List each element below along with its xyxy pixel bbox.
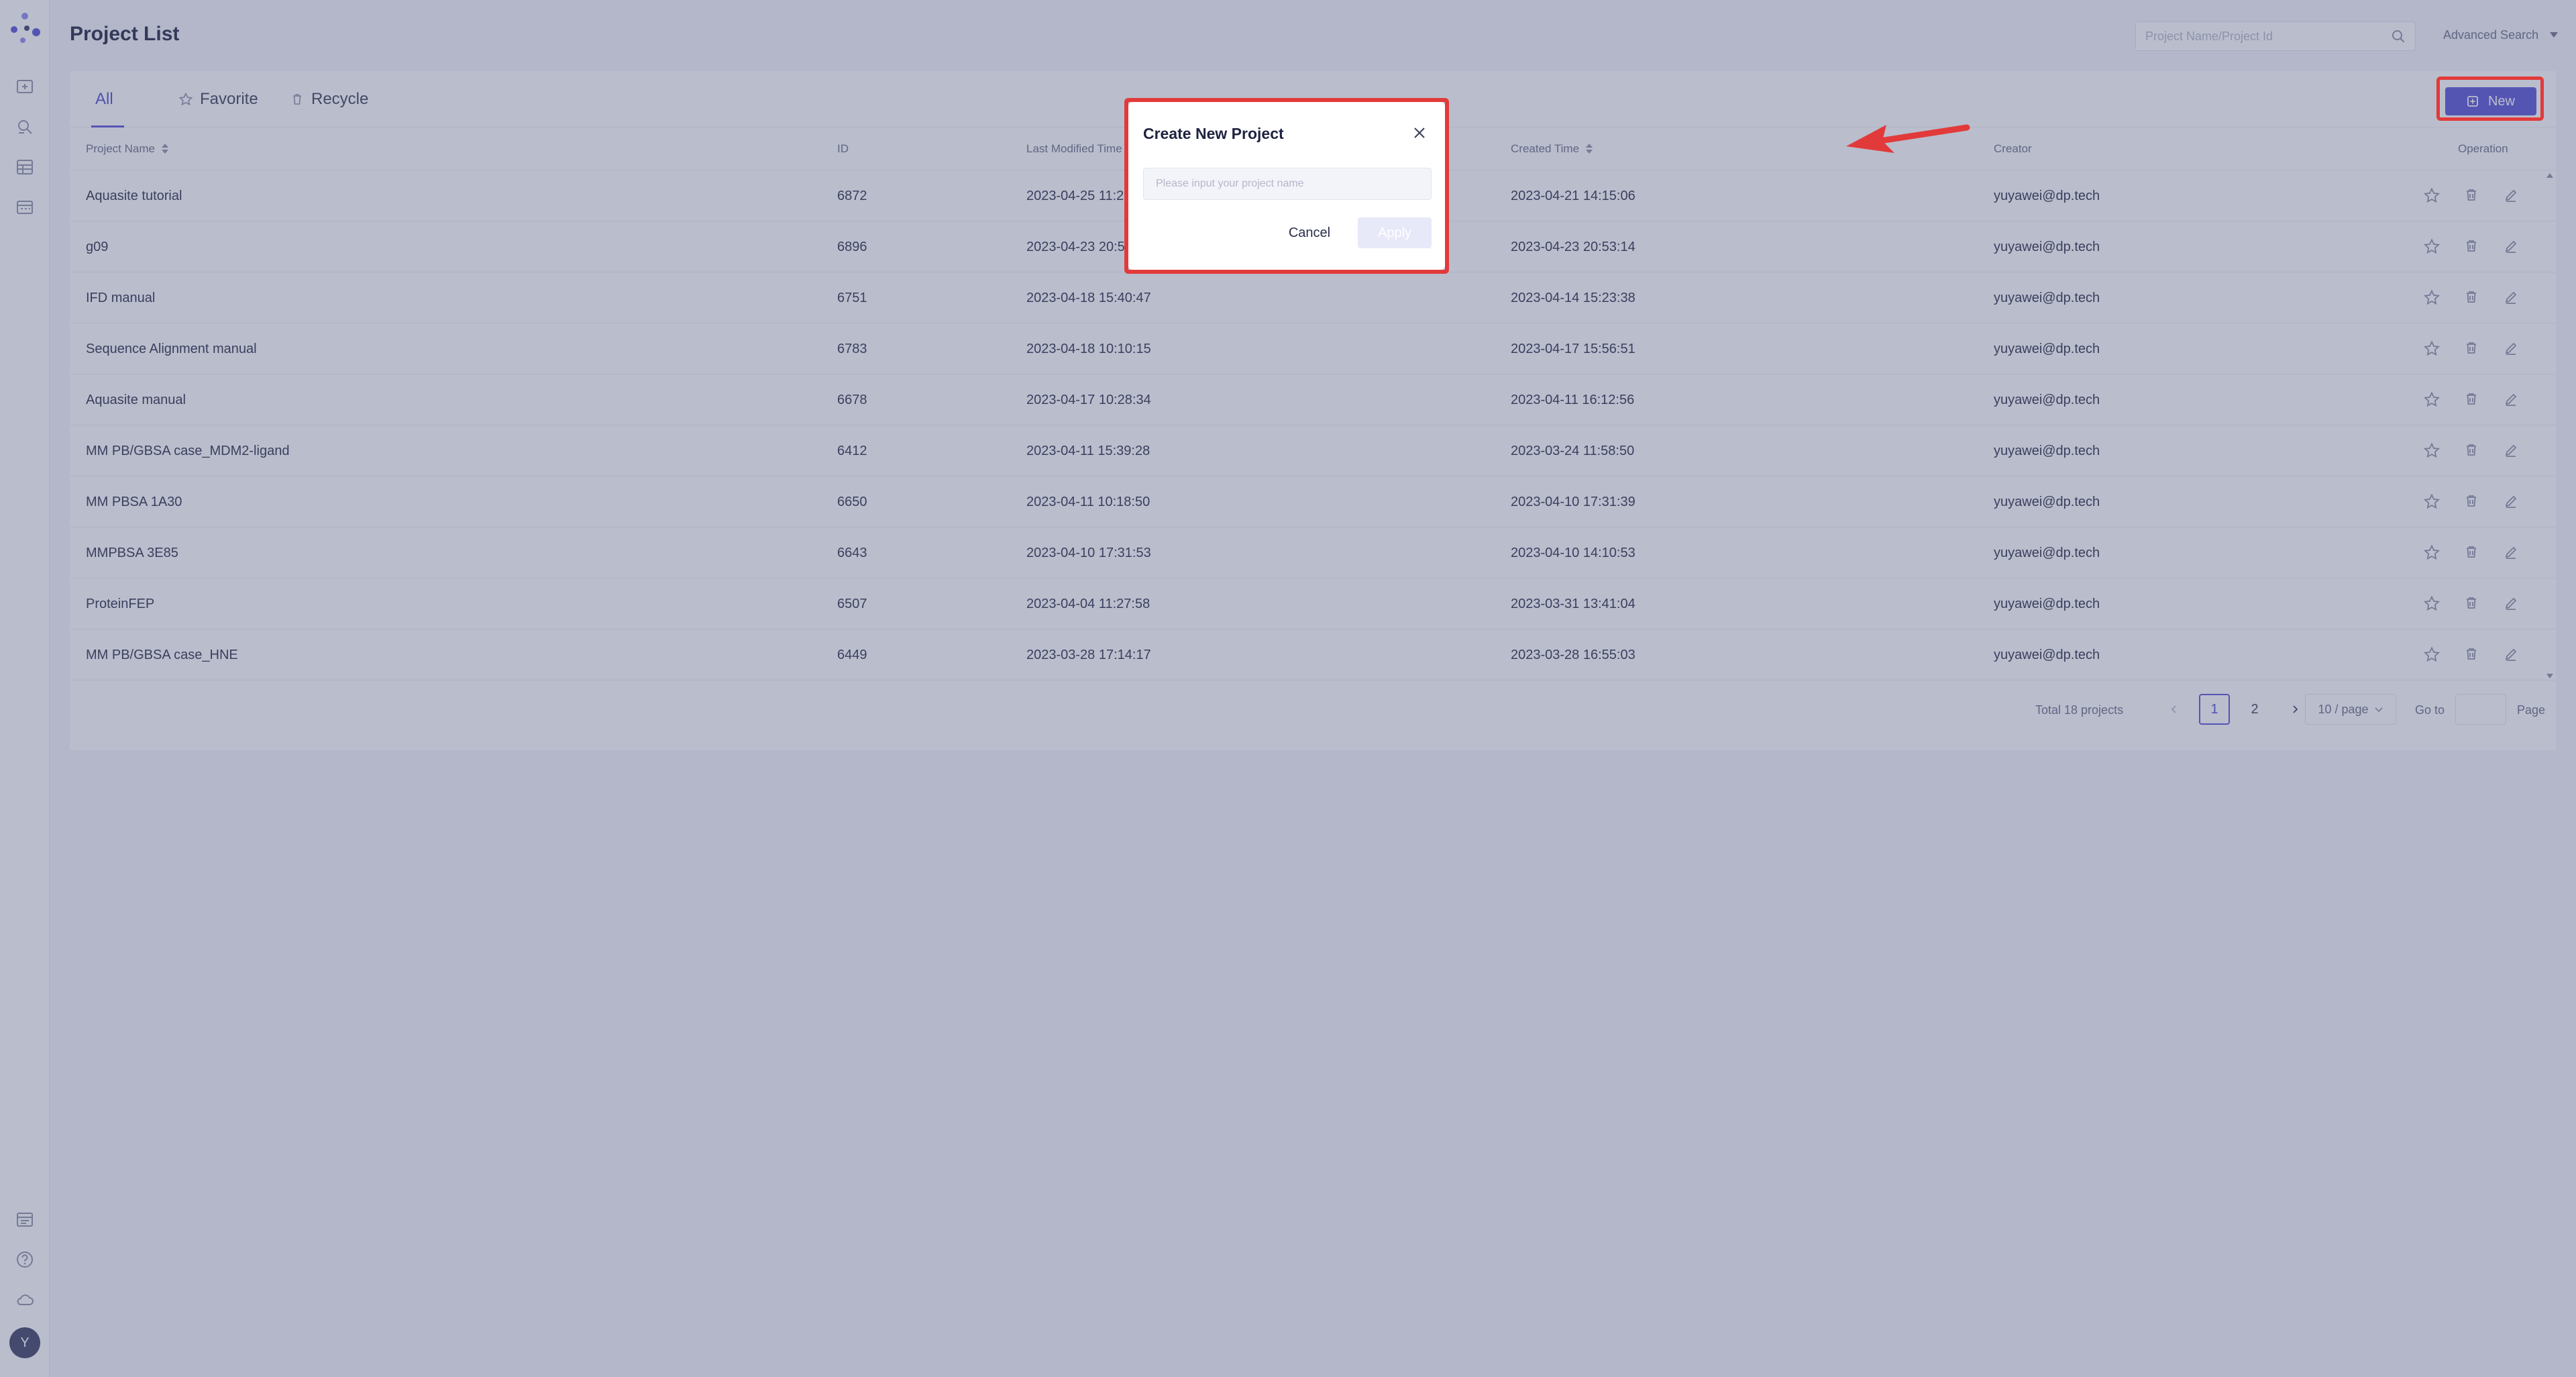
project-name-input[interactable] xyxy=(1143,168,1432,200)
cancel-button[interactable]: Cancel xyxy=(1283,217,1336,248)
apply-button[interactable]: Apply xyxy=(1358,217,1432,248)
highlight-new-button xyxy=(2436,76,2544,121)
annotation-arrow-icon xyxy=(1846,124,1970,153)
modal-title: Create New Project xyxy=(1143,125,1284,142)
close-icon[interactable] xyxy=(1411,125,1428,141)
create-project-modal: Create New Project Cancel Apply xyxy=(1128,102,1445,270)
